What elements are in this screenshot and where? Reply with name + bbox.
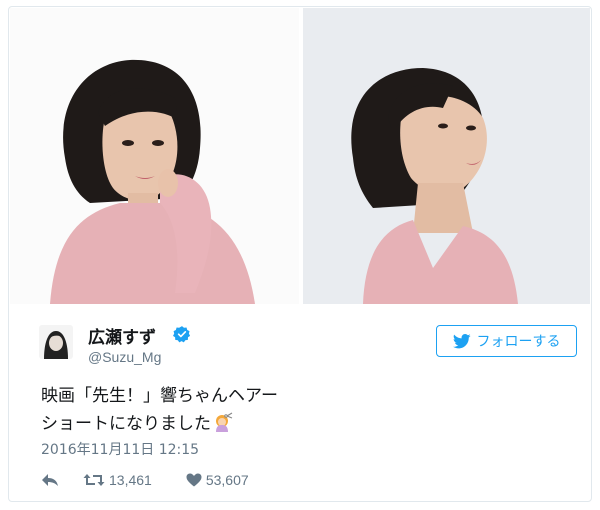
tweet-text: 映画「先生！」響ちゃんヘアー ショートになりました xyxy=(41,382,561,438)
tweet-media[interactable] xyxy=(10,8,590,304)
twitter-bird-icon xyxy=(452,333,471,348)
photo-left[interactable] xyxy=(10,8,299,304)
like-button[interactable]: 53,607 xyxy=(186,472,249,488)
reply-button[interactable] xyxy=(41,473,61,487)
follow-label: フォローする xyxy=(476,334,561,350)
tweet-text-line-2-wrap: ショートになりました xyxy=(41,410,561,438)
retweet-button[interactable]: 13,461 xyxy=(83,472,152,488)
haircut-emoji-icon xyxy=(216,412,233,432)
photo-right[interactable] xyxy=(303,8,590,304)
tweet-text-line-1: 映画「先生！」響ちゃんヘアー xyxy=(41,386,278,406)
author-avatar[interactable] xyxy=(39,325,73,359)
reply-icon xyxy=(42,474,58,486)
author-handle[interactable]: @Suzu_Mg xyxy=(88,349,161,365)
tweet-actions: 13,461 53,607 xyxy=(41,469,249,491)
retweet-icon xyxy=(83,474,105,486)
verified-badge-icon xyxy=(173,326,191,343)
like-count: 53,607 xyxy=(205,472,249,488)
author-name[interactable]: 広瀬すず xyxy=(88,323,156,348)
retweet-count: 13,461 xyxy=(109,472,152,488)
tweet-timestamp[interactable]: 2016年11月11日 12:15 xyxy=(41,439,199,459)
follow-button[interactable]: フォローする xyxy=(436,325,577,357)
tweet-text-line-2: ショートになりました xyxy=(41,414,211,434)
heart-icon xyxy=(186,473,202,487)
tweet-card: 広瀬すず @Suzu_Mg フォローする 映画「先生！」響ちゃんヘアー ショート… xyxy=(8,6,592,502)
